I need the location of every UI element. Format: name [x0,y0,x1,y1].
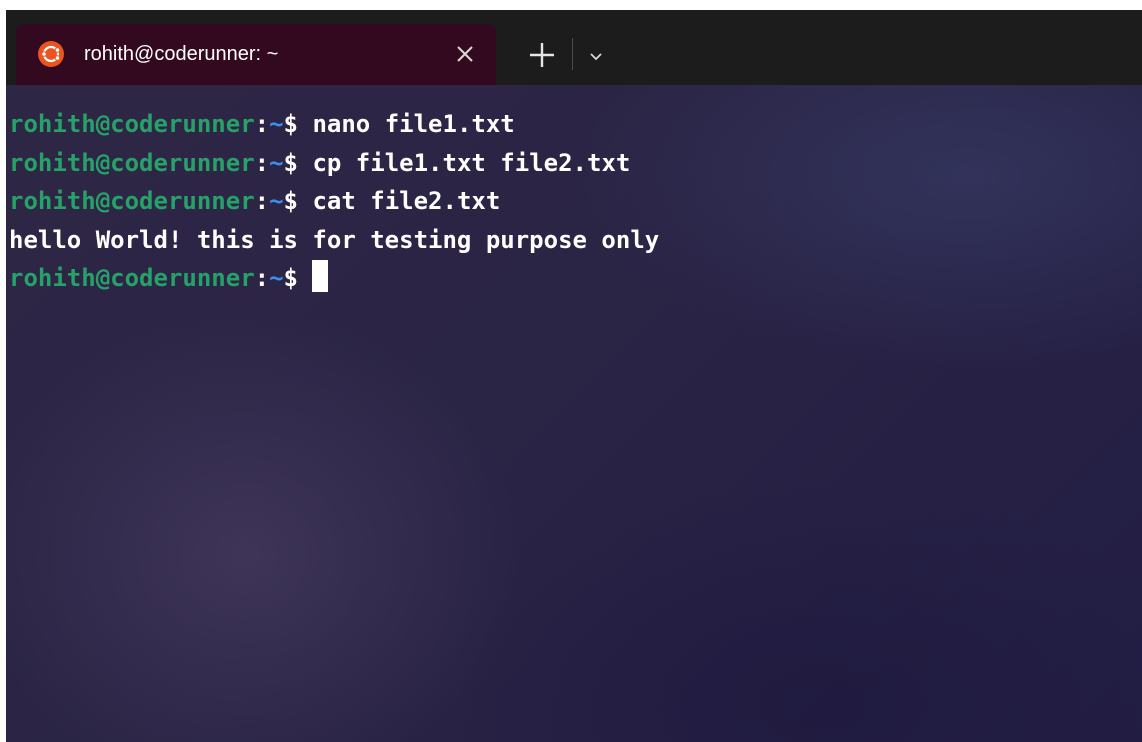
terminal-line: rohith@coderunner:~$ cp file1.txt file2.… [9,144,659,183]
prompt-symbol: $ [283,264,298,292]
prompt-symbol: $ [283,110,298,138]
chevron-down-icon[interactable] [582,42,610,70]
terminal-line: rohith@coderunner:~$ cat file2.txt [9,182,659,221]
plus-icon[interactable] [522,35,562,75]
ubuntu-logo-icon [38,41,64,67]
command-text: cat file2.txt [312,187,501,215]
terminal-line: hello World! this is for testing purpose… [9,221,659,260]
tab-terminal[interactable]: rohith@coderunner: ~ [16,24,496,85]
terminal-window: rohith@coderunner: ~ rohith@coderunner:~… [6,10,1142,742]
prompt-symbol: $ [283,187,298,215]
prompt-colon: : [254,187,270,215]
terminal-line: rohith@coderunner:~$ [9,259,659,298]
output-text: hello World! this is for testing purpose… [9,225,660,254]
prompt-colon: : [254,110,270,138]
title-bar: rohith@coderunner: ~ [6,10,1142,85]
command-text: nano file1.txt [312,110,515,138]
prompt-user-host: rohith@coderunner [9,110,255,138]
titlebar-divider [572,38,573,70]
prompt-user-host: rohith@coderunner [9,264,255,292]
terminal-text: rohith@coderunner:~$ nano file1.txt rohi… [9,105,659,298]
close-icon[interactable] [448,37,482,71]
terminal-output-area[interactable]: rohith@coderunner:~$ nano file1.txt rohi… [6,85,1142,742]
prompt-path: ~ [269,264,284,292]
prompt-path: ~ [269,148,284,177]
terminal-line: rohith@coderunner:~$ nano file1.txt [9,105,659,144]
prompt-colon: : [254,148,270,177]
tab-title: rohith@coderunner: ~ [84,43,279,65]
text-cursor [312,260,329,292]
command-text: cp file1.txt file2.txt [312,148,631,177]
prompt-colon: : [254,264,270,292]
prompt-symbol: $ [283,148,298,177]
prompt-user-host: rohith@coderunner [9,187,255,215]
prompt-path: ~ [269,187,284,215]
prompt-path: ~ [269,110,284,138]
prompt-user-host: rohith@coderunner [9,148,255,177]
